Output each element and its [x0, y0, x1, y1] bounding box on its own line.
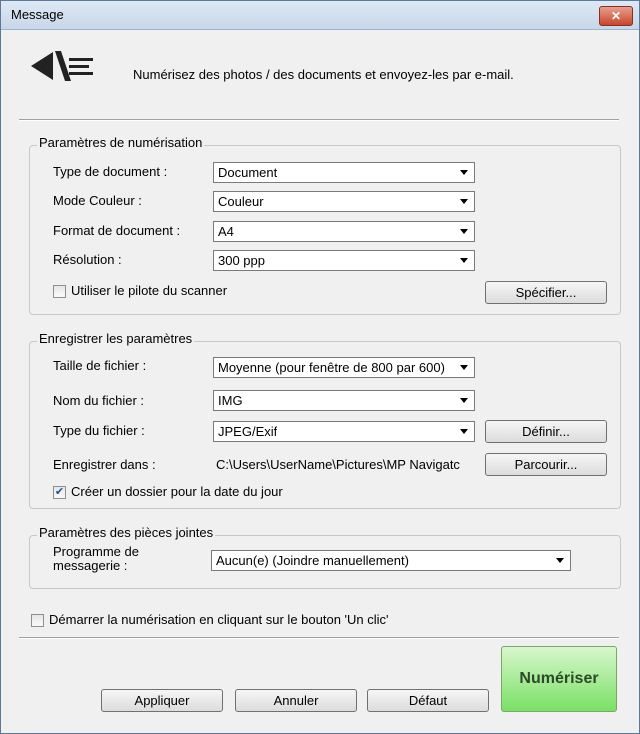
file-type-value: JPEG/Exif	[218, 424, 278, 439]
mail-program-label: Programme de messagerie :	[53, 545, 139, 573]
resolution-label: Résolution :	[53, 252, 122, 267]
save-in-label: Enregistrer dans :	[53, 457, 156, 472]
chevron-down-icon	[460, 229, 468, 234]
mail-scan-icon	[31, 51, 93, 81]
title-bar: Message ✕	[1, 1, 639, 30]
chevron-down-icon	[460, 199, 468, 204]
document-type-label: Type de document :	[53, 164, 168, 179]
chevron-down-icon	[460, 398, 468, 403]
use-driver-label: Utiliser le pilote du scanner	[71, 283, 228, 298]
default-button[interactable]: Défaut	[367, 689, 489, 712]
cancel-button[interactable]: Annuler	[235, 689, 357, 712]
chevron-down-icon	[460, 365, 468, 370]
document-type-value: Document	[218, 165, 278, 180]
one-click-checkbox[interactable]	[31, 614, 44, 627]
create-folder-checkbox[interactable]: ✔	[53, 486, 66, 499]
file-type-select[interactable]: JPEG/Exif	[213, 421, 475, 442]
file-type-label: Type du fichier :	[53, 423, 145, 438]
color-mode-value: Couleur	[218, 194, 264, 209]
create-folder-label: Créer un dossier pour la date du jour	[71, 484, 283, 499]
message-dialog: Message ✕ Numérisez des photos / des doc…	[0, 0, 640, 734]
window-title: Message	[11, 7, 64, 22]
header-description: Numérisez des photos / des documents et …	[133, 67, 514, 82]
chevron-down-icon	[460, 170, 468, 175]
file-size-select[interactable]: Moyenne (pour fenêtre de 800 par 600)	[213, 357, 475, 378]
mail-program-value: Aucun(e) (Joindre manuellement)	[216, 553, 409, 568]
save-in-path[interactable]: C:\Users\UserName\Pictures\MP Navigatc	[213, 454, 475, 475]
set-button[interactable]: Définir...	[485, 420, 607, 443]
chevron-down-icon	[460, 258, 468, 263]
color-mode-select[interactable]: Couleur	[213, 191, 475, 212]
attachment-settings-title: Paramètres des pièces jointes	[37, 525, 216, 540]
chevron-down-icon	[460, 429, 468, 434]
color-mode-label: Mode Couleur :	[53, 193, 142, 208]
specify-button[interactable]: Spécifier...	[485, 281, 607, 304]
browse-button[interactable]: Parcourir...	[485, 453, 607, 476]
resolution-value: 300 ppp	[218, 253, 265, 268]
mail-program-label-line2: messagerie :	[53, 558, 128, 573]
scan-settings-title: Paramètres de numérisation	[37, 135, 205, 150]
scan-button[interactable]: Numériser	[501, 646, 617, 712]
chevron-down-icon	[556, 558, 564, 563]
mail-program-select[interactable]: Aucun(e) (Joindre manuellement)	[211, 550, 571, 571]
document-size-value: A4	[218, 224, 234, 239]
one-click-label: Démarrer la numérisation en cliquant sur…	[49, 612, 389, 627]
document-size-label: Format de document :	[53, 223, 181, 238]
save-in-value: C:\Users\UserName\Pictures\MP Navigatc	[216, 457, 460, 472]
apply-button[interactable]: Appliquer	[101, 689, 223, 712]
document-size-select[interactable]: A4	[213, 221, 475, 242]
document-type-select[interactable]: Document	[213, 162, 475, 183]
use-driver-checkbox[interactable]	[53, 285, 66, 298]
header-separator	[19, 119, 619, 121]
resolution-select[interactable]: 300 ppp	[213, 250, 475, 271]
footer-separator	[19, 637, 619, 639]
save-settings-title: Enregistrer les paramètres	[37, 331, 195, 346]
file-size-value: Moyenne (pour fenêtre de 800 par 600)	[218, 360, 445, 375]
close-button[interactable]: ✕	[599, 6, 633, 26]
mail-program-label-line1: Programme de	[53, 544, 139, 559]
file-name-value: IMG	[218, 393, 243, 408]
file-name-combo[interactable]: IMG	[213, 390, 475, 411]
file-size-label: Taille de fichier :	[53, 358, 147, 373]
file-name-label: Nom du fichier :	[53, 393, 145, 408]
